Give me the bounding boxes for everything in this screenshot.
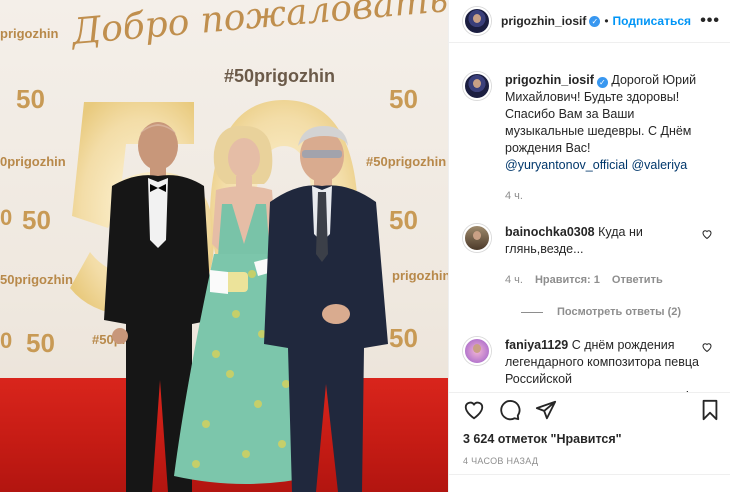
- more-options-icon[interactable]: •••: [700, 12, 720, 30]
- share-icon[interactable]: [535, 399, 557, 421]
- commenter-avatar[interactable]: [463, 224, 491, 252]
- like-icon[interactable]: [463, 399, 485, 421]
- mention-link[interactable]: @valeriya: [631, 158, 687, 172]
- watermark-tag: prigozhin: [0, 26, 59, 41]
- add-comment-area[interactable]: [449, 474, 730, 492]
- post-photo[interactable]: Добро пожаловать! #50prigozhin prigozhin…: [0, 0, 448, 492]
- comment-username[interactable]: faniya1129: [505, 338, 568, 352]
- watermark-number: 0: [0, 205, 13, 230]
- save-icon[interactable]: [699, 399, 721, 421]
- separator-dot: •: [604, 14, 609, 28]
- watermark-number: 50: [26, 328, 55, 358]
- emoji-icon[interactable]: [463, 484, 485, 492]
- watermark-tag: 50prigozhin: [0, 272, 73, 287]
- likes-count[interactable]: 3 624 отметок "Нравится": [463, 432, 721, 446]
- post-timestamp[interactable]: 4 часов назад: [463, 456, 721, 466]
- commenter-avatar[interactable]: [463, 337, 491, 365]
- view-replies-button[interactable]: Посмотреть ответы (2): [521, 306, 715, 318]
- caption: prigozhin_iosif ✓ Дорогой Юрий Михайлович…: [463, 72, 715, 205]
- reply-button[interactable]: Ответить: [612, 272, 663, 289]
- person-right-navy-suit: [264, 126, 388, 492]
- comment-time[interactable]: 4 ч.: [505, 272, 523, 289]
- watermark-tag: 0prigozhin: [0, 154, 66, 169]
- verified-icon: ✓: [596, 77, 608, 88]
- watermark-number: 0: [0, 328, 13, 353]
- comment-item: faniya1129 С днём рождения легендарного …: [463, 337, 715, 392]
- caption-time[interactable]: 4 ч.: [505, 188, 523, 205]
- comment-likes[interactable]: Нравится: 1: [535, 272, 600, 289]
- heart-icon[interactable]: [701, 341, 713, 353]
- author-username[interactable]: prigozhin_iosif: [501, 14, 586, 28]
- comments-list[interactable]: prigozhin_iosif ✓ Дорогой Юрий Михайлович…: [449, 44, 730, 392]
- hashtag-banner: #50prigozhin: [224, 66, 336, 86]
- comment-icon[interactable]: [499, 399, 521, 421]
- view-replies-label: Посмотреть ответы (2): [557, 306, 682, 318]
- mention-link[interactable]: @yuryantonov_official: [505, 158, 628, 172]
- post-actions: 3 624 отметок "Нравится" 4 часов назад: [449, 392, 730, 466]
- watermark-number: 50: [389, 84, 418, 114]
- verified-icon: ✓: [589, 15, 601, 27]
- author-avatar[interactable]: [463, 72, 491, 100]
- watermark-number: 50: [22, 205, 51, 235]
- watermark-tag: prigozhin: [392, 268, 448, 283]
- heart-icon[interactable]: [701, 228, 713, 240]
- post-header: prigozhin_iosif ✓ • Подписаться •••: [449, 0, 730, 43]
- replies-divider: [521, 311, 543, 313]
- post-sidebar: prigozhin_iosif ✓ • Подписаться ••• prig…: [448, 0, 730, 492]
- comment-username[interactable]: bainochka0308: [505, 225, 595, 239]
- author-avatar[interactable]: [463, 7, 491, 35]
- follow-button[interactable]: Подписаться: [613, 14, 691, 28]
- caption-username[interactable]: prigozhin_iosif: [505, 73, 594, 87]
- comment-item: bainochka0308 Куда ни глянь,везде... 4 ч…: [463, 224, 715, 289]
- watermark-number: 50: [16, 84, 45, 114]
